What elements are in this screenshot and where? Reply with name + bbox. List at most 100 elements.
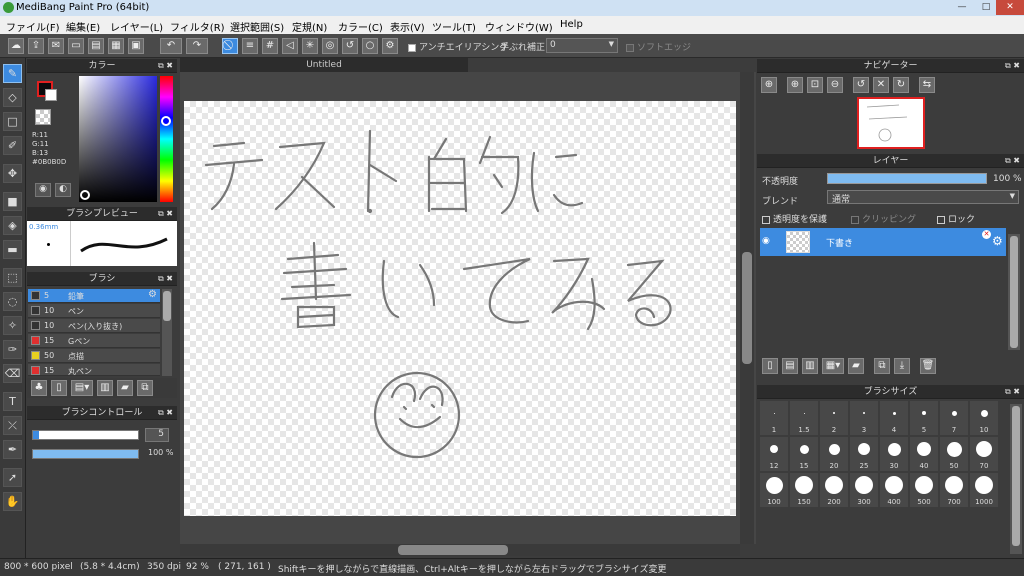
drawing-canvas[interactable] xyxy=(184,101,736,516)
menu-tool[interactable]: ツール(T) xyxy=(432,19,476,34)
brush-size-option[interactable]: 20 xyxy=(820,437,848,471)
zoom-out-icon[interactable]: ⊖ xyxy=(827,77,843,93)
panel-close-icon[interactable]: ⧉ ✖ xyxy=(158,207,173,221)
merge-layer-icon[interactable]: ⤓ xyxy=(894,358,910,374)
brush-size-option[interactable]: 200 xyxy=(820,473,848,507)
panel-close-icon[interactable]: ⧉ ✖ xyxy=(1005,154,1020,168)
undo-icon[interactable]: ↶ xyxy=(160,38,182,54)
brush-size-option[interactable]: 1000 xyxy=(970,473,998,507)
layer-delete-icon[interactable]: ✕ xyxy=(982,230,991,239)
brush-size-option[interactable]: 10 xyxy=(970,401,998,435)
menu-help[interactable]: Help xyxy=(560,19,583,30)
brush-size-option[interactable]: 1.5 xyxy=(790,401,818,435)
maximize-button[interactable]: □ xyxy=(974,0,998,15)
scrollbar-thumb[interactable] xyxy=(163,291,171,321)
brush-page-icon[interactable]: ▥ xyxy=(97,380,113,396)
brush-size-option[interactable]: 300 xyxy=(850,473,878,507)
brush-size-option[interactable]: 100 xyxy=(760,473,788,507)
brush-size-option[interactable]: 70 xyxy=(970,437,998,471)
brush-size-option[interactable]: 12 xyxy=(760,437,788,471)
brush-size-option[interactable]: 30 xyxy=(880,437,908,471)
vertical-scrollbar[interactable] xyxy=(740,72,754,544)
rect-select-icon[interactable]: ⬚ xyxy=(3,268,22,287)
eraser-tool-icon[interactable]: ◇ xyxy=(3,88,22,107)
antialias-checkbox[interactable]: アンチエイリアシング xyxy=(408,40,508,53)
menu-ruler[interactable]: 定規(N) xyxy=(292,19,327,34)
layer-opacity-slider[interactable] xyxy=(827,173,987,184)
lasso-select-icon[interactable]: ◌ xyxy=(3,292,22,311)
brush-item[interactable]: 50 点描 xyxy=(28,349,160,363)
saturation-value-picker[interactable] xyxy=(79,76,157,202)
brush-size-option[interactable]: 400 xyxy=(880,473,908,507)
brush-size-option[interactable]: 7 xyxy=(940,401,968,435)
brush-item[interactable]: 5 鉛筆 ⚙ xyxy=(28,289,160,303)
menu-color[interactable]: カラー(C) xyxy=(338,19,383,34)
select-pen-tool-icon[interactable]: ✑ xyxy=(3,340,22,359)
brush-size-option[interactable]: 40 xyxy=(910,437,938,471)
brush-size-option[interactable]: 4 xyxy=(880,401,908,435)
eyedropper-icon[interactable]: ✒ xyxy=(3,440,22,459)
menu-window[interactable]: ウィンドウ(W) xyxy=(485,19,553,34)
hand-tool-icon[interactable]: ✋ xyxy=(3,492,22,511)
minimize-button[interactable]: — xyxy=(950,0,974,15)
layer-row[interactable]: ◉ 下書き ✕ ⚙ xyxy=(760,228,1006,256)
scrollbar-thumb[interactable] xyxy=(742,252,752,364)
menu-selection[interactable]: 選択範囲(S) xyxy=(230,19,284,34)
bucket-tool-icon[interactable]: ◈ xyxy=(3,216,22,235)
operation-tool-icon[interactable]: ➚ xyxy=(3,468,22,487)
table-icon[interactable]: ▣ xyxy=(128,38,144,54)
panel-close-icon[interactable]: ⧉ ✖ xyxy=(1005,385,1020,399)
background-color-swatch[interactable] xyxy=(45,89,57,101)
gear-icon[interactable]: ⚙ xyxy=(992,234,1003,248)
layer-list-scrollbar[interactable] xyxy=(1008,234,1020,350)
panel-close-icon[interactable]: ⧉ ✖ xyxy=(158,59,173,73)
gradient-tool-icon[interactable]: ▬ xyxy=(3,240,22,259)
select-pen-icon[interactable]: ✐ xyxy=(3,136,22,155)
grid-snap-icon[interactable]: # xyxy=(262,38,278,54)
cloud-icon[interactable]: ☁ xyxy=(8,38,24,54)
menu-view[interactable]: 表示(V) xyxy=(390,19,425,34)
delete-layer-icon[interactable]: 🗑 xyxy=(920,358,936,374)
brush-tool-icon[interactable]: ✎ xyxy=(3,64,22,83)
fit-window-icon[interactable]: ⊡ xyxy=(807,77,823,93)
text-tool-icon[interactable]: T xyxy=(3,392,22,411)
curve-snap-icon[interactable]: ↺ xyxy=(342,38,358,54)
menu-layer[interactable]: レイヤー(L) xyxy=(110,19,163,34)
blend-select[interactable]: 通常 ▼ xyxy=(827,190,1019,205)
menu-file[interactable]: ファイル(F) xyxy=(6,19,60,34)
color-history-icon[interactable]: ◐ xyxy=(55,183,71,197)
brush-folder-icon[interactable]: ▰ xyxy=(117,380,133,396)
comment-icon[interactable]: ✉ xyxy=(48,38,64,54)
scrollbar-thumb[interactable] xyxy=(1012,406,1020,546)
share-icon[interactable]: ⇪ xyxy=(28,38,44,54)
brush-item[interactable]: 10 ペン(入り抜き) xyxy=(28,319,160,333)
new-brush-icon[interactable]: ▯ xyxy=(51,380,67,396)
zoom-in-alt-icon[interactable]: ⊕ xyxy=(787,77,803,93)
panel-split-icon[interactable]: ⤫ xyxy=(3,416,22,435)
hue-slider[interactable] xyxy=(160,76,173,202)
concentric-snap-icon[interactable]: ◎ xyxy=(322,38,338,54)
brush-size-option[interactable]: 2 xyxy=(820,401,848,435)
brush-size-scrollbar[interactable] xyxy=(1010,404,1022,554)
scrollbar-thumb[interactable] xyxy=(398,545,508,555)
magic-wand-icon[interactable]: ✧ xyxy=(3,316,22,335)
chat-icon[interactable]: ▭ xyxy=(68,38,84,54)
brush-size-option[interactable]: 3 xyxy=(850,401,878,435)
menu-filter[interactable]: フィルタ(R) xyxy=(170,19,225,34)
brush-size-slider[interactable] xyxy=(32,430,139,440)
palette-icon[interactable]: ◉ xyxy=(35,183,51,197)
duplicate-brush-icon[interactable]: ⧉ xyxy=(137,380,153,396)
navigator-thumbnail[interactable] xyxy=(857,97,925,149)
actual-size-icon[interactable]: ✕ xyxy=(873,77,889,93)
rotate-left-icon[interactable]: ↺ xyxy=(853,77,869,93)
brush-size-option[interactable]: 25 xyxy=(850,437,878,471)
brush-size-option[interactable]: 150 xyxy=(790,473,818,507)
radial-snap-icon[interactable]: ✳ xyxy=(302,38,318,54)
transparent-color-swatch[interactable] xyxy=(35,109,51,125)
snap-off-icon[interactable]: ⃠ xyxy=(222,38,238,54)
panel-close-icon[interactable]: ⧉ ✖ xyxy=(158,406,173,420)
brush-item[interactable]: 15 丸ペン xyxy=(28,364,160,376)
new-8bit-layer-icon[interactable]: ▥ xyxy=(802,358,818,374)
gear-icon[interactable]: ⚙ xyxy=(148,289,157,300)
brush-size-option[interactable]: 50 xyxy=(940,437,968,471)
